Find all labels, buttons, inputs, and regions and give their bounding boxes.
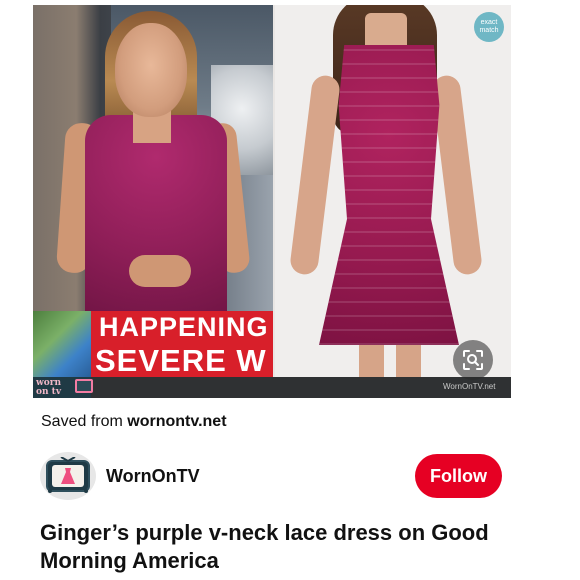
follow-button[interactable]: Follow [415, 454, 502, 498]
weather-map-thumb [33, 311, 91, 377]
presenter-face [115, 23, 187, 117]
presenter-hands [129, 255, 191, 287]
pin-image[interactable]: HAPPENING SEVERE W worn on tv exact matc… [33, 5, 511, 398]
lower-third-headline: HAPPENING [99, 312, 269, 342]
exact-match-badge: exact match [474, 12, 504, 42]
product-photo [275, 5, 511, 377]
pin-title: Ginger’s purple v-neck lace dress on Goo… [40, 520, 489, 573]
image-watermark: WornOnTV.net [443, 382, 496, 391]
tv-screenshot: HAPPENING SEVERE W [33, 5, 273, 377]
source-link[interactable]: wornontv.net [127, 413, 226, 430]
lower-third-subheadline: SEVERE W [95, 343, 267, 377]
tv-icon [75, 379, 93, 393]
dress-tv-icon [46, 457, 90, 493]
model-arm-left [288, 74, 342, 276]
saved-from-prefix: Saved from [41, 413, 123, 430]
presenter-dress [85, 115, 227, 325]
saved-from-line: Saved from wornontv.net [41, 413, 227, 431]
visual-search-button[interactable] [453, 340, 493, 380]
logo-text-line2: on tv [36, 387, 62, 397]
lens-icon [463, 350, 483, 370]
creator-avatar[interactable] [40, 452, 96, 500]
creator-name[interactable]: WornOnTV [106, 466, 200, 487]
